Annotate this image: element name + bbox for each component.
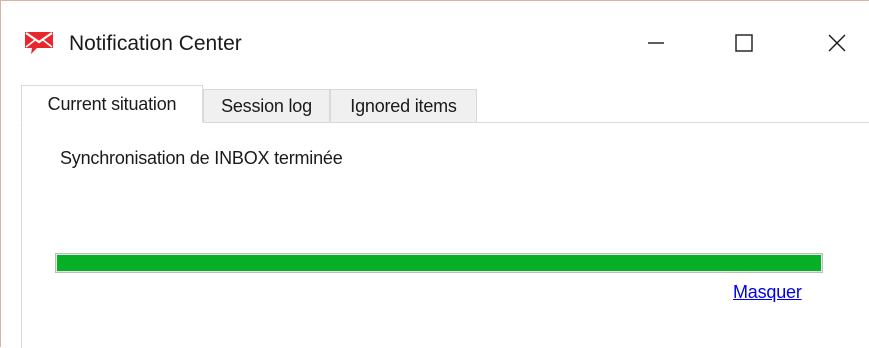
progress-bar-fill xyxy=(57,255,821,271)
maximize-icon xyxy=(734,33,754,58)
current-situation-panel: Synchronisation de INBOX terminée Masque… xyxy=(21,122,869,348)
tab-current-situation[interactable]: Current situation xyxy=(21,85,203,123)
maximize-button[interactable] xyxy=(721,25,767,65)
minimize-button[interactable] xyxy=(633,25,679,65)
progress-bar xyxy=(55,253,823,273)
notification-center-window: Notification Center Current situation Se… xyxy=(0,0,869,348)
minimize-icon xyxy=(646,33,666,58)
close-icon xyxy=(827,33,847,58)
close-button[interactable] xyxy=(814,25,860,65)
red-envelope-icon xyxy=(23,28,57,56)
status-message: Synchronisation de INBOX terminée xyxy=(60,148,343,168)
window-title: Notification Center xyxy=(69,32,242,55)
hide-link[interactable]: Masquer xyxy=(733,282,802,303)
title-bar[interactable]: Notification Center xyxy=(1,1,869,85)
tab-session-log[interactable]: Session log xyxy=(203,89,330,123)
tab-ignored-items[interactable]: Ignored items xyxy=(330,89,477,123)
